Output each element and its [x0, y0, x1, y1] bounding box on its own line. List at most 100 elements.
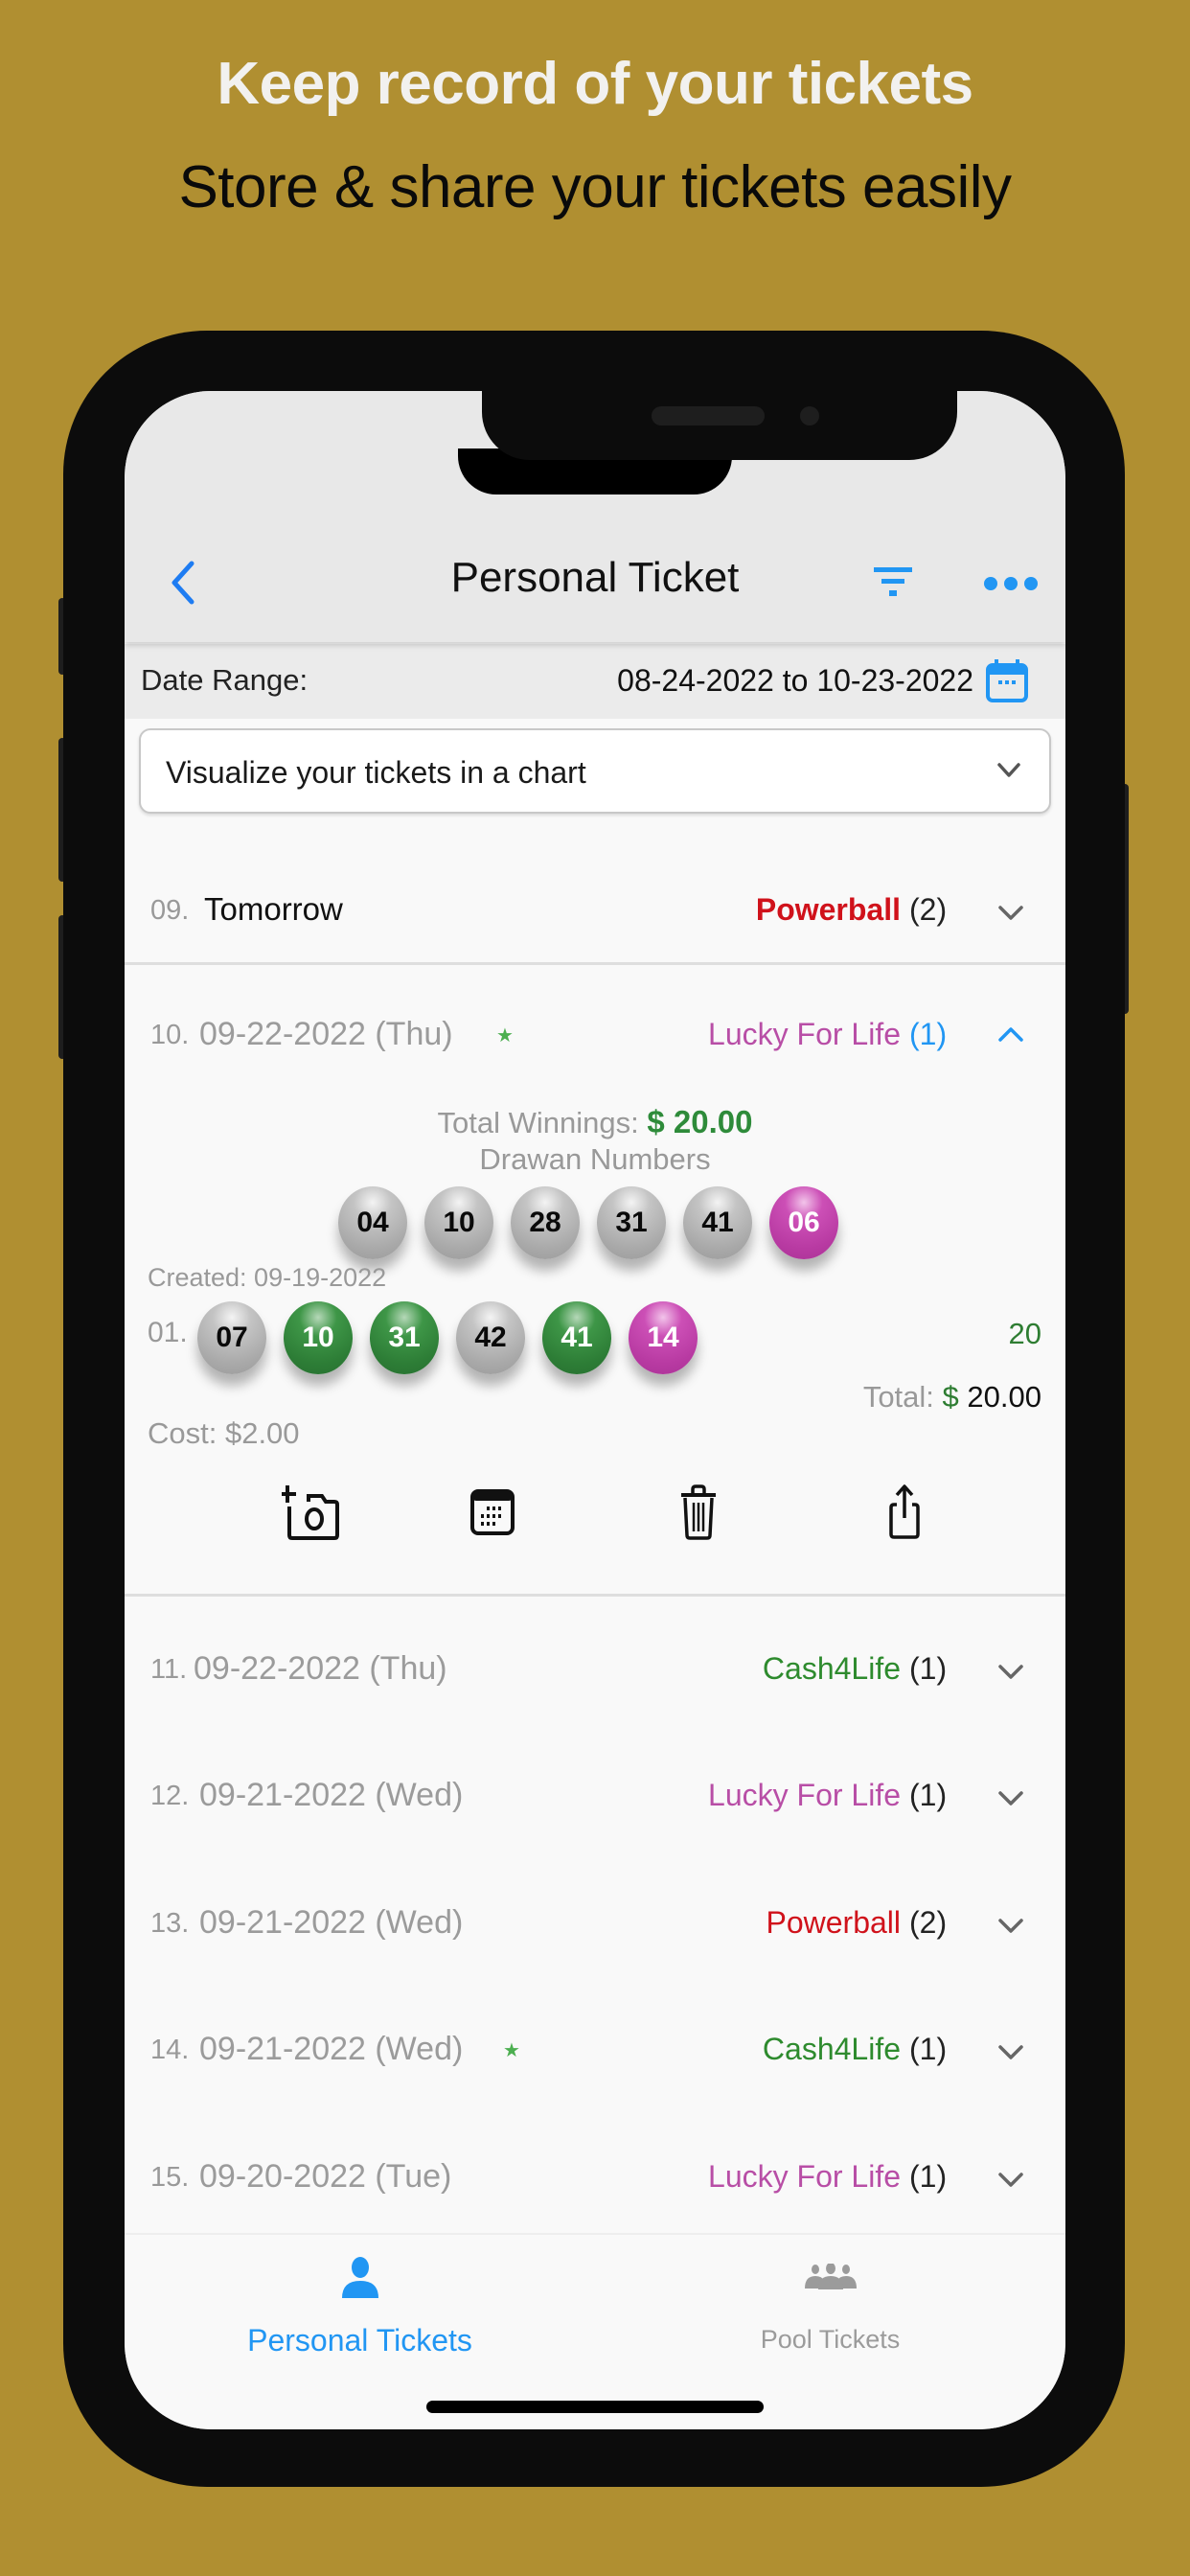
lottery-ball: 10: [424, 1186, 493, 1259]
delete-button[interactable]: [670, 1484, 727, 1541]
total-winnings: Total Winnings: $ 20.00: [125, 1104, 1065, 1140]
app-screen: Personal Ticket Date Range: 08-24-2022 t…: [125, 391, 1065, 2429]
chevron-down-icon: [997, 763, 1020, 777]
ticket-date: Tomorrow: [204, 891, 343, 927]
star-icon: ★: [503, 2040, 520, 2061]
person-icon: [341, 2257, 378, 2298]
drawn-numbers-label: Drawan Numbers: [479, 1142, 711, 1176]
ticket-game: Lucky For Life: [708, 2159, 901, 2194]
add-photo-icon: [279, 1485, 339, 1540]
ticket-row[interactable]: 12. 09-21-2022 (Wed) Lucky For Life (1): [125, 1746, 1065, 1842]
chart-dropdown-label: Visualize your tickets in a chart: [166, 755, 586, 790]
lottery-ball: 28: [511, 1186, 580, 1259]
date-range-row: Date Range: 08-24-2022 to 10-23-2022: [125, 644, 1065, 719]
promo-headline: Keep record of your tickets: [217, 51, 973, 117]
speaker-grille: [652, 406, 765, 426]
ticket-game: Cash4Life: [762, 2032, 901, 2066]
ticket-date: 09-22-2022 (Thu): [199, 1016, 453, 1052]
ticket-game: Cash4Life: [762, 1651, 901, 1686]
ticket-game: Lucky For Life: [708, 1778, 901, 1812]
ticket-count: (2): [909, 1905, 948, 1940]
line-index: 01.: [148, 1317, 188, 1348]
tab-label: Personal Tickets: [247, 2323, 472, 2358]
chevron-down-icon: [998, 1791, 1023, 1806]
row-divider: [125, 1594, 1065, 1597]
line-winnings: 20: [1008, 1317, 1041, 1350]
ticket-count: (1): [909, 2159, 948, 2194]
ticket-count: (1): [909, 1651, 948, 1686]
schedule-button[interactable]: [464, 1484, 521, 1541]
ticket-date: 09-20-2022 (Tue): [199, 2158, 452, 2195]
lottery-ball: 41: [542, 1301, 611, 1374]
tab-label: Pool Tickets: [760, 2325, 901, 2354]
calendar-icon: [986, 659, 1028, 702]
promo-subheadline: Store & share your tickets easily: [178, 154, 1012, 220]
ticket-index: 10.: [150, 1020, 190, 1050]
ticket-game: Powerball: [766, 1905, 901, 1940]
lottery-ball: 06: [769, 1186, 838, 1259]
ticket-row[interactable]: 11. 09-22-2022 (Thu) Cash4Life (1): [125, 1620, 1065, 1715]
chart-visualization-dropdown[interactable]: Visualize your tickets in a chart: [139, 728, 1051, 814]
ticket-row-expanded[interactable]: 10. 09-22-2022 (Thu) ★ Lucky For Life (1…: [125, 985, 1065, 1081]
ticket-row[interactable]: 15. 09-20-2022 (Tue) Lucky For Life (1): [125, 2128, 1065, 2223]
ticket-count: (1): [909, 1017, 948, 1051]
ticket-count: (1): [909, 1778, 948, 1812]
ticket-count: (2): [909, 892, 948, 927]
lottery-ball: 31: [597, 1186, 666, 1259]
more-options-button[interactable]: [982, 569, 1040, 598]
add-photo-button[interactable]: [279, 1484, 339, 1541]
ticket-line-numbers: 07 10 31 42 41 14: [197, 1301, 698, 1374]
total-value: 20.00: [967, 1380, 1041, 1414]
ticket-row[interactable]: 14. 09-21-2022 (Wed) ★ Cash4Life (1): [125, 2000, 1065, 2096]
filter-button[interactable]: [872, 564, 914, 602]
ticket-game: Powerball: [755, 892, 901, 927]
tab-personal-tickets[interactable]: Personal Tickets: [125, 2235, 595, 2379]
total-label: Total:: [862, 1380, 934, 1414]
ticket-game: Lucky For Life: [708, 1017, 901, 1051]
chevron-down-icon: [998, 906, 1023, 920]
trash-icon: [681, 1484, 716, 1540]
ticket-actions-toolbar: [148, 1455, 1039, 1560]
created-date: Created: 09-19-2022: [148, 1263, 387, 1292]
ticket-index: 13.: [150, 1908, 190, 1939]
front-camera: [800, 406, 819, 426]
home-indicator[interactable]: [426, 2401, 764, 2413]
lottery-ball: 31: [370, 1301, 439, 1374]
total-winnings-label: Total Winnings:: [437, 1106, 639, 1139]
ticket-row[interactable]: 09. Tomorrow Powerball (2): [125, 861, 1065, 956]
chevron-up-icon: [998, 1027, 1023, 1042]
lottery-ball: 04: [338, 1186, 407, 1259]
lottery-ball: 10: [284, 1301, 353, 1374]
lottery-ball: 41: [683, 1186, 752, 1259]
chevron-down-icon: [998, 2045, 1023, 2059]
ticket-index: 12.: [150, 1781, 190, 1811]
ticket-total: Total: $ 20.00: [863, 1380, 1041, 1414]
chevron-down-icon: [998, 2173, 1023, 2187]
share-icon: [889, 1484, 920, 1539]
calendar-icon: [470, 1489, 515, 1535]
lottery-ball: 14: [629, 1301, 698, 1374]
row-divider: [125, 962, 1065, 965]
date-range-picker-button[interactable]: [985, 657, 1029, 703]
ticket-count: (1): [909, 2032, 948, 2066]
chevron-down-icon: [998, 1665, 1023, 1679]
lottery-ball: 07: [197, 1301, 266, 1374]
star-icon: ★: [496, 1025, 514, 1046]
share-button[interactable]: [876, 1484, 933, 1541]
chevron-down-icon: [998, 1919, 1023, 1933]
ticket-cost: Cost: $2.00: [148, 1416, 300, 1450]
notch: [482, 391, 957, 460]
ticket-index: 11.: [150, 1654, 188, 1685]
ticket-row[interactable]: 13. 09-21-2022 (Wed) Powerball (2): [125, 1874, 1065, 1969]
drawn-numbers: 04 10 28 31 41 06: [338, 1186, 838, 1259]
ticket-date: 09-21-2022 (Wed): [199, 2031, 464, 2067]
page-title: Personal Ticket: [450, 554, 740, 601]
date-range-label: Date Range:: [141, 663, 309, 697]
total-currency: $: [942, 1380, 959, 1414]
ticket-index: 15.: [150, 2162, 190, 2193]
ticket-date: 09-21-2022 (Wed): [199, 1777, 464, 1813]
tab-pool-tickets[interactable]: Pool Tickets: [595, 2235, 1065, 2379]
total-winnings-value: $ 20.00: [647, 1104, 753, 1139]
date-range-value[interactable]: 08-24-2022 to 10-23-2022: [617, 663, 973, 699]
lottery-ball: 42: [456, 1301, 525, 1374]
